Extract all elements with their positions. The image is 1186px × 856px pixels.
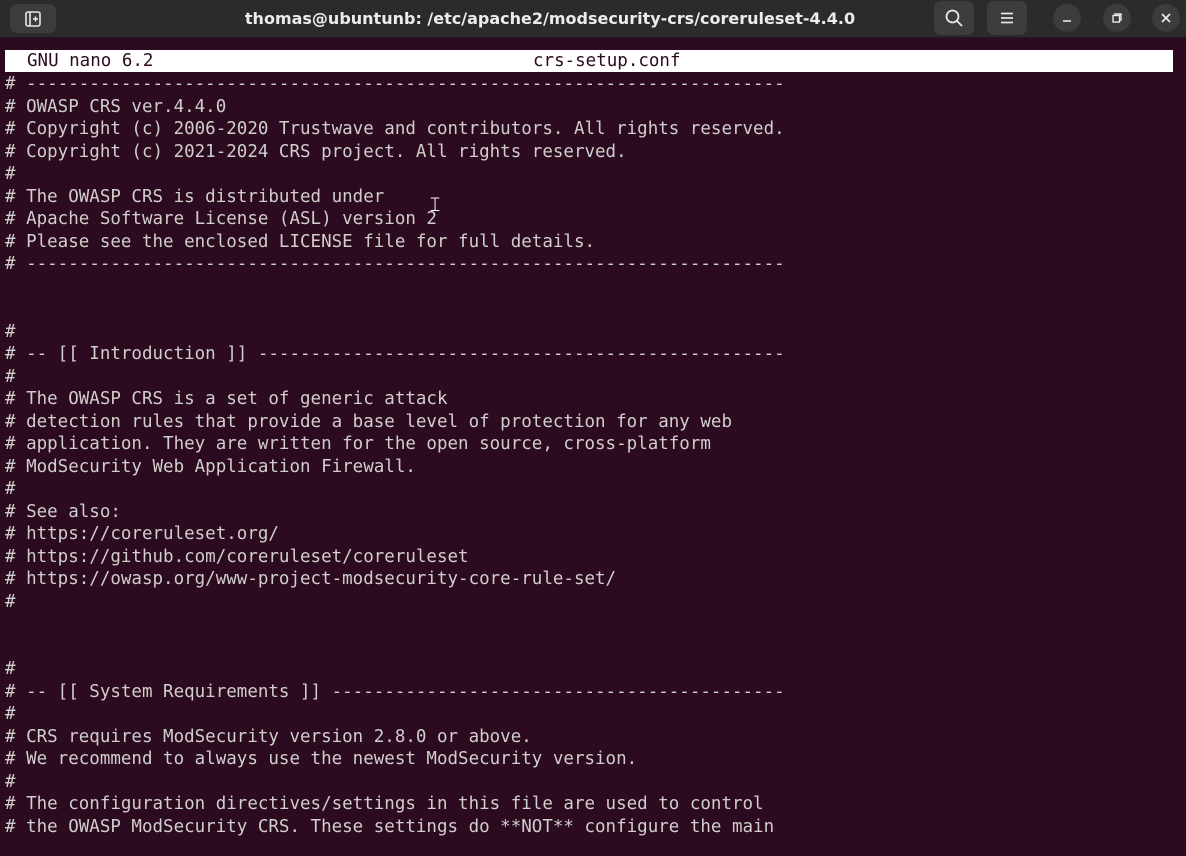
text-line: # <box>5 366 16 387</box>
new-tab-button[interactable] <box>10 4 56 33</box>
text-line: # <box>5 164 16 184</box>
close-button[interactable] <box>1152 4 1180 32</box>
title-bar: thomas@ubuntunb: /etc/apache2/modsecurit… <box>0 0 1186 38</box>
restore-button[interactable] <box>1103 4 1131 32</box>
text-line: # The configuration directives/settings … <box>5 794 764 814</box>
text-line: # Please see the enclosed LICENSE file f… <box>5 231 596 252</box>
text-line: # the OWASP ModSecurity CRS. These setti… <box>5 816 775 837</box>
text-line: # https://owasp.org/www-project-modsecur… <box>5 569 617 589</box>
text-line: # <box>5 591 16 612</box>
text-line: # OWASP CRS ver.4.4.0 <box>5 96 227 117</box>
restore-icon <box>1112 13 1122 23</box>
minimize-icon <box>1063 20 1071 22</box>
text-line: # Copyright (c) 2006-2020 Trustwave and … <box>5 119 785 139</box>
nano-version: GNU nano 6.2 <box>27 51 154 71</box>
terminal-window: thomas@ubuntunb: /etc/apache2/modsecurit… <box>0 0 1186 856</box>
text-line: # <box>5 771 16 792</box>
file-name: crs-setup.conf <box>533 51 681 71</box>
text-line: # detection rules that provide a base le… <box>5 411 732 432</box>
text-line: # <box>5 479 16 499</box>
nano-header-bar: GNU nano 6.2 crs-setup.conf <box>5 50 1173 72</box>
text-line: # <box>5 704 16 724</box>
new-tab-icon <box>25 10 41 27</box>
text-line: # The OWASP CRS is distributed under <box>5 186 385 207</box>
text-line: # Copyright (c) 2021-2024 CRS project. A… <box>5 141 627 162</box>
text-line: # -- [[ Introduction ]] ----------------… <box>5 344 785 364</box>
text-line: # https://coreruleset.org/ <box>5 524 279 544</box>
text-line: # We recommend to always use the newest … <box>5 749 638 769</box>
text-line: # ModSecurity Web Application Firewall. <box>5 456 416 477</box>
minimize-button[interactable] <box>1053 4 1081 32</box>
editor-text-area[interactable]: # --------------------------------------… <box>5 73 1181 856</box>
hamburger-menu-icon <box>1001 12 1013 24</box>
menu-button[interactable] <box>987 1 1027 35</box>
text-cursor-icon: 𝙸 <box>428 192 443 216</box>
text-line: # <box>5 659 16 679</box>
close-icon <box>1161 13 1171 23</box>
text-line: # See also: <box>5 501 121 522</box>
text-line: # The OWASP CRS is a set of generic atta… <box>5 389 448 409</box>
text-line: # https://github.com/coreruleset/corerul… <box>5 546 469 567</box>
text-line: # CRS requires ModSecurity version 2.8.0… <box>5 726 532 747</box>
text-line: # --------------------------------------… <box>5 254 785 274</box>
search-icon <box>945 9 963 27</box>
text-line: # <box>5 321 16 342</box>
search-button[interactable] <box>934 1 974 35</box>
text-line: # application. They are written for the … <box>5 434 711 454</box>
text-line: # Apache Software License (ASL) version … <box>5 209 437 229</box>
window-title: thomas@ubuntunb: /etc/apache2/modsecurit… <box>244 9 856 28</box>
text-line: # -- [[ System Requirements ]] ---------… <box>5 681 785 702</box>
text-line: # --------------------------------------… <box>5 74 785 94</box>
